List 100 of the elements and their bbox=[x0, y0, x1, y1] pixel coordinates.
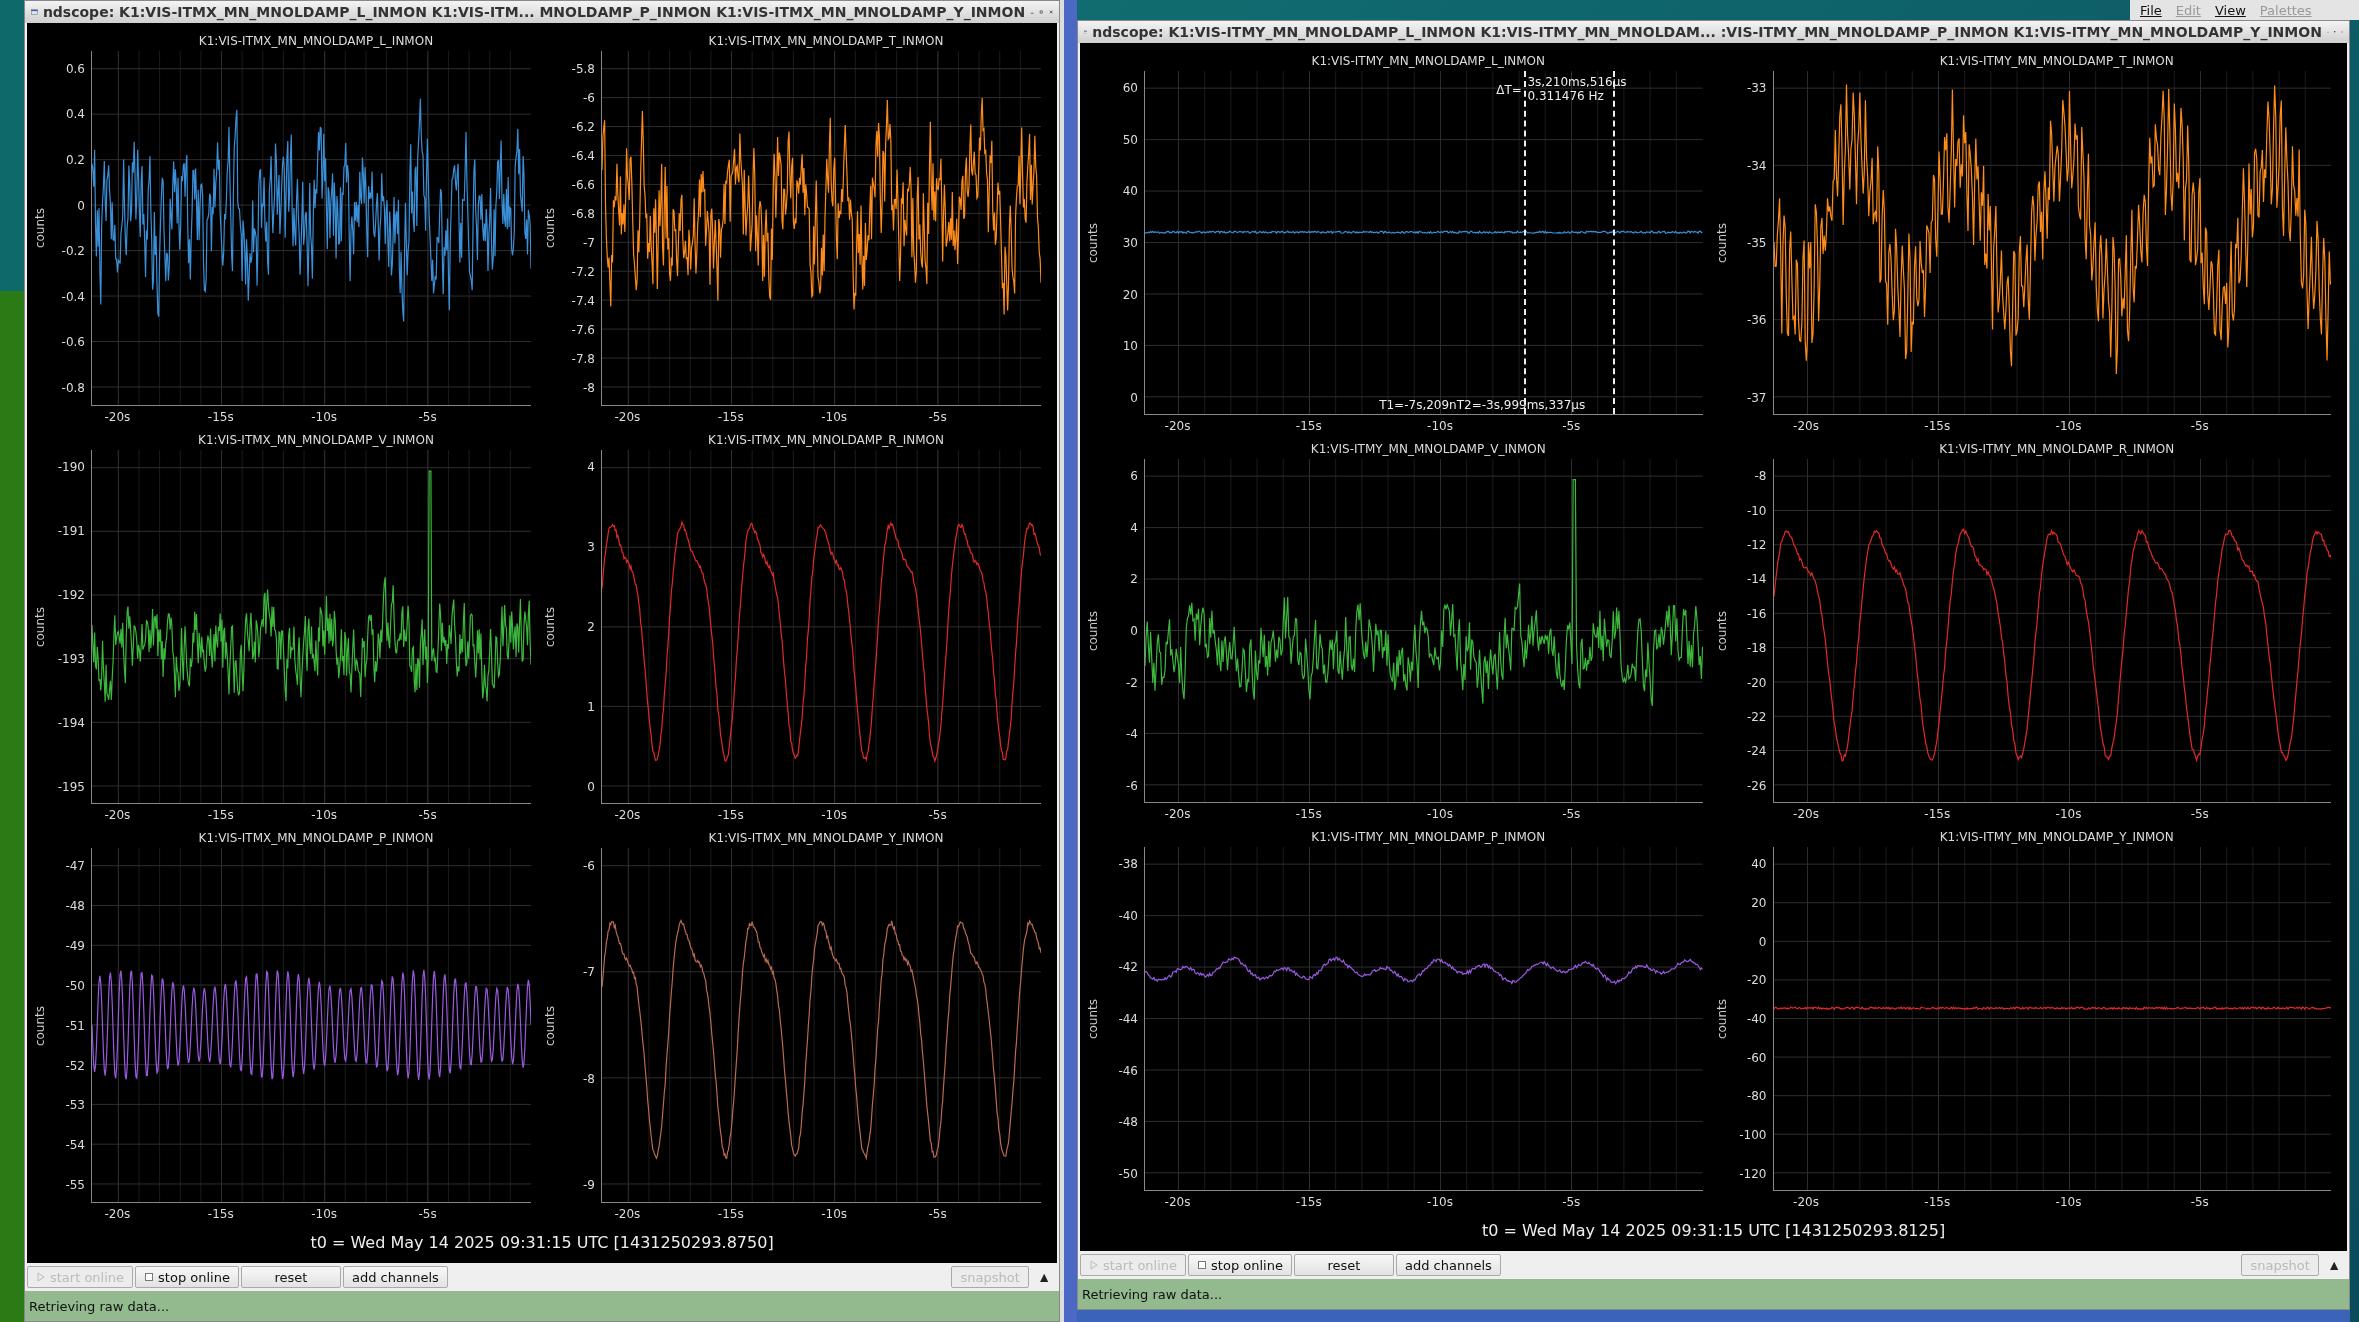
tick-label: -10s bbox=[2055, 1195, 2082, 1209]
plot-title: K1:VIS-ITMX_MN_MNOLDAMP_L_INMON bbox=[197, 33, 435, 50]
tick-label: -15s bbox=[717, 808, 744, 823]
play-icon bbox=[1089, 1260, 1099, 1270]
plot-title: K1:VIS-ITMX_MN_MNOLDAMP_P_INMON bbox=[197, 830, 435, 848]
tick-label: -194 bbox=[57, 715, 85, 730]
plot-title: K1:VIS-ITMX_MN_MNOLDAMP_Y_INMON bbox=[707, 830, 945, 848]
tick-label: -20s bbox=[1793, 1195, 1819, 1209]
tick-label: -15s bbox=[1924, 419, 1951, 433]
tick-label: -15s bbox=[1295, 807, 1322, 821]
axis-label: counts bbox=[543, 1005, 557, 1046]
stop-button[interactable]: stop online bbox=[135, 1266, 239, 1288]
tick-label: -22 bbox=[1746, 710, 1767, 724]
cursor-readout: T1=-7s,209n bbox=[1379, 398, 1457, 412]
tick-label: -10s bbox=[821, 1207, 848, 1221]
tick-label: -6.8 bbox=[571, 206, 595, 221]
tick-label: -60 bbox=[1746, 1050, 1767, 1065]
tick-label: -24 bbox=[1746, 744, 1767, 759]
cursor-readout: 3s,210ms,516µs bbox=[1527, 75, 1627, 89]
tick-label: -5s bbox=[2190, 419, 2209, 433]
axis-label: counts bbox=[1086, 222, 1100, 264]
tick-label: -54 bbox=[65, 1138, 85, 1153]
tick-label: -26 bbox=[1746, 778, 1767, 793]
tick-label: -6 bbox=[583, 90, 595, 105]
tick-label: -192 bbox=[57, 588, 85, 603]
tick-label: -10 bbox=[1746, 503, 1767, 518]
toolbar-button[interactable]: add channels bbox=[342, 1266, 448, 1288]
tick-label: -15s bbox=[1924, 807, 1951, 821]
toolbar-button[interactable]: reset bbox=[240, 1266, 341, 1288]
time-label: t0 = Wed May 14 2025 09:31:15 UTC [1431250293.8125] bbox=[1480, 1220, 1947, 1242]
tick-label: -4 bbox=[1126, 727, 1138, 742]
tick-label: 20 bbox=[1122, 287, 1138, 302]
cursor-readout: 0.311476 Hz bbox=[1527, 89, 1605, 103]
tick-label: 1 bbox=[587, 699, 595, 714]
tick-label: -193 bbox=[57, 651, 85, 666]
tick-label: -190 bbox=[57, 460, 85, 475]
plot-title: K1:VIS-ITMX_MN_MNOLDAMP_V_INMON bbox=[197, 431, 435, 449]
tick-label: -0.6 bbox=[61, 335, 85, 350]
close-icon[interactable] bbox=[1048, 7, 1053, 17]
tick-label: -5s bbox=[1562, 419, 1581, 433]
tick-label: 20 bbox=[1751, 895, 1767, 910]
toolbar-button[interactable]: add channels bbox=[1395, 1254, 1501, 1276]
tick-label: -7.8 bbox=[571, 351, 595, 366]
tick-label: -20s bbox=[104, 808, 131, 823]
tick-label: -7 bbox=[583, 965, 595, 980]
tick-label: 0 bbox=[1130, 624, 1138, 638]
tick-label: -7.2 bbox=[571, 264, 595, 279]
axis-label: counts bbox=[33, 606, 47, 648]
tick-label: -55 bbox=[65, 1178, 85, 1193]
tick-label: -12 bbox=[1746, 538, 1767, 552]
tick-label: -10s bbox=[1427, 1195, 1453, 1209]
status-bar: Retrieving raw data... bbox=[25, 1291, 1059, 1321]
tick-label: -40 bbox=[1118, 908, 1138, 923]
plot-title: K1:VIS-ITMY_MN_MNOLDAMP_Y_INMON bbox=[1938, 829, 2175, 846]
axis-label: counts bbox=[543, 606, 557, 648]
tick-label: -100 bbox=[1739, 1128, 1767, 1143]
tick-label: -53 bbox=[65, 1098, 85, 1113]
tick-label: 50 bbox=[1122, 132, 1138, 147]
tick-label: -191 bbox=[57, 524, 85, 539]
tick-label: -35 bbox=[1746, 236, 1767, 250]
tick-label: -5s bbox=[928, 808, 947, 823]
tick-label: -33 bbox=[1746, 81, 1767, 96]
tick-label: -0.4 bbox=[61, 289, 85, 304]
plot-title: K1:VIS-ITMY_MN_MNOLDAMP_V_INMON bbox=[1309, 441, 1547, 458]
tick-label: -6 bbox=[583, 859, 595, 874]
tick-label: -20s bbox=[1164, 419, 1191, 433]
menu-item[interactable]: View bbox=[2214, 2, 2246, 18]
cursor-readout: T2=-3s,999ms,337µs bbox=[1456, 398, 1586, 412]
tick-label: -14 bbox=[1746, 572, 1767, 587]
tick-label: -50 bbox=[65, 978, 85, 993]
tick-label: 6 bbox=[1130, 469, 1138, 484]
tick-label: -20s bbox=[614, 409, 641, 424]
plot-title: K1:VIS-ITMX_MN_MNOLDAMP_R_INMON bbox=[707, 431, 945, 449]
tick-label: -34 bbox=[1746, 158, 1767, 173]
tick-label: -6 bbox=[1126, 778, 1138, 793]
tick-label: -8 bbox=[1754, 469, 1767, 484]
tick-label: -20s bbox=[1793, 807, 1819, 821]
tick-label: 0 bbox=[1758, 934, 1767, 949]
tick-label: -10s bbox=[2055, 807, 2082, 821]
menu-item[interactable]: File bbox=[2140, 2, 2162, 18]
collapse-toggle[interactable]: ▲ bbox=[1031, 1269, 1057, 1285]
tick-label: -7.4 bbox=[571, 293, 595, 308]
tick-label: -6.4 bbox=[571, 148, 595, 163]
stop-button[interactable]: stop online bbox=[1188, 1254, 1292, 1276]
tick-label: -5s bbox=[418, 808, 437, 823]
collapse-toggle[interactable]: ▲ bbox=[2321, 1257, 2347, 1273]
tick-label: 40 bbox=[1122, 184, 1138, 199]
tick-label: -15s bbox=[207, 808, 234, 823]
tick-label: -9 bbox=[583, 1178, 595, 1193]
maximize-icon[interactable] bbox=[1039, 7, 1044, 17]
tick-label: -5s bbox=[928, 1207, 947, 1221]
play-icon bbox=[36, 1272, 46, 1282]
tick-label: -8 bbox=[583, 1071, 595, 1086]
tick-label: 4 bbox=[1130, 520, 1138, 535]
toolbar-button[interactable]: reset bbox=[1293, 1254, 1394, 1276]
tick-label: -10s bbox=[2055, 419, 2082, 433]
tick-label: -37 bbox=[1746, 390, 1767, 405]
tick-label: -52 bbox=[65, 1058, 85, 1073]
tick-label: 60 bbox=[1122, 81, 1138, 96]
tick-label: -5.8 bbox=[571, 61, 595, 76]
